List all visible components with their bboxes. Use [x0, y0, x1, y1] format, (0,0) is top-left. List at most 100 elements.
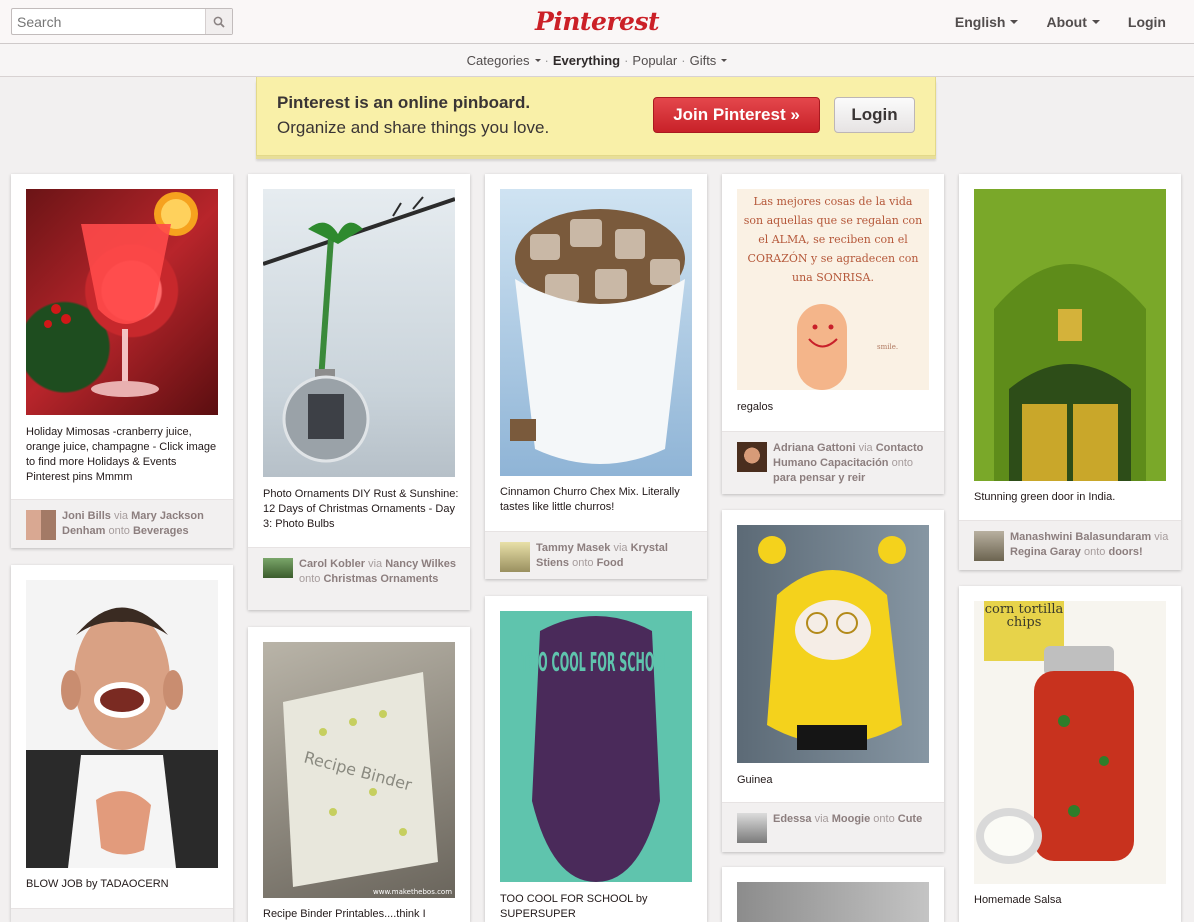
- chex-mix-graphic: [510, 209, 685, 464]
- pin-card[interactable]: Cinnamon Churro Chex Mix. Literally tast…: [485, 174, 707, 579]
- pin-description: Homemade Salsa: [974, 894, 1062, 906]
- pin-card[interactable]: smile. Las mejores cosas de la vida son …: [722, 174, 944, 494]
- pinner-name[interactable]: Joni Bills: [62, 510, 111, 522]
- pin-image[interactable]: [26, 580, 218, 868]
- login-link[interactable]: Login: [1114, 14, 1194, 30]
- attribution-text: Edessa via Moogie onto Cute: [773, 812, 933, 827]
- pinner-name[interactable]: Adriana Gattoni: [773, 442, 856, 454]
- pin-image[interactable]: [500, 189, 692, 476]
- avatar[interactable]: [737, 442, 767, 472]
- onto-label: onto: [1083, 546, 1106, 558]
- pin-card[interactable]: TOO COOL FOR SCHOOL TOO COOL FOR SCHOOL …: [485, 596, 707, 922]
- attribution-text: Adriana Gattoni via Contacto Humano Capa…: [773, 441, 933, 486]
- search-box[interactable]: [11, 8, 233, 35]
- quote-signature: smile.: [877, 343, 898, 351]
- onto-label: onto: [299, 573, 321, 585]
- pin-card[interactable]: Stunning green door in India. Manashwini…: [959, 174, 1181, 570]
- pin-card[interactable]: corn tortilla chips Homemade Salsa: [959, 586, 1181, 922]
- board-name[interactable]: Beverages: [133, 525, 189, 537]
- pin-image[interactable]: smile. Las mejores cosas de la vida son …: [737, 189, 929, 390]
- avatar[interactable]: [737, 813, 767, 843]
- avatar[interactable]: [500, 542, 530, 572]
- pin-image[interactable]: [737, 882, 929, 922]
- about-menu[interactable]: About: [1032, 14, 1113, 30]
- board-name[interactable]: Food: [597, 557, 624, 569]
- quote-text: Las mejores cosas de la vida son aquella…: [743, 195, 923, 284]
- pin-image[interactable]: TOO COOL FOR SCHOOL: [500, 611, 692, 882]
- search-button[interactable]: [205, 9, 232, 34]
- pin-description: TOO COOL FOR SCHOOL by SUPERSUPER: [500, 893, 648, 920]
- about-label: About: [1046, 14, 1087, 30]
- pin-attribution: Manashwini Balasundaram via Regina Garay…: [959, 520, 1181, 570]
- pin-description: Recipe Binder Printables....think I: [263, 908, 426, 920]
- attribution-text: Joni Bills via Mary Jackson Denham onto …: [62, 509, 222, 539]
- attribution-text: Carol Kobler via Nancy Wilkes onto Chris…: [299, 557, 459, 587]
- language-label: English: [954, 14, 1006, 30]
- popular-link[interactable]: Popular: [629, 53, 680, 68]
- pin-attribution: [11, 908, 233, 922]
- pin-card[interactable]: Recipe Binder www.makethebos.com Recipe …: [248, 627, 470, 922]
- onto-label: onto: [572, 557, 594, 569]
- pin-attribution: Adriana Gattoni via Contacto Humano Capa…: [722, 431, 944, 494]
- cocktail-glass-graphic: [44, 192, 198, 397]
- pin-card[interactable]: BLOW JOB by TADAOCERN: [11, 565, 233, 922]
- chips-bag-label: corn tortilla chips: [984, 602, 1064, 630]
- avatar[interactable]: [263, 558, 293, 578]
- attribution-text: Manashwini Balasundaram via Regina Garay…: [1010, 530, 1170, 560]
- onto-label: onto: [891, 457, 914, 469]
- board-name[interactable]: para pensar y reir: [773, 472, 865, 484]
- board-name[interactable]: doors!: [1108, 546, 1142, 558]
- poster-title: TOO COOL FOR SCHOOL: [521, 648, 671, 678]
- top-nav: English About Login: [941, 0, 1194, 44]
- green-door-graphic: [994, 264, 1146, 481]
- pin-image[interactable]: corn tortilla chips: [974, 601, 1166, 884]
- source-name[interactable]: Nancy Wilkes: [385, 558, 456, 570]
- category-nav: Categories · Everything · Popular · Gift…: [0, 44, 1194, 77]
- pin-image[interactable]: Recipe Binder www.makethebos.com: [263, 642, 455, 898]
- pin-description: BLOW JOB by TADAOCERN: [26, 878, 169, 890]
- language-menu[interactable]: English: [941, 14, 1033, 30]
- categories-menu[interactable]: Categories: [464, 53, 544, 68]
- search-input[interactable]: [12, 9, 206, 34]
- pinner-name[interactable]: Edessa: [773, 813, 812, 825]
- pin-card[interactable]: Holiday Mimosas -cranberry juice, orange…: [11, 174, 233, 548]
- join-pinterest-button[interactable]: Join Pinterest »: [653, 97, 820, 133]
- avatar[interactable]: [974, 531, 1004, 561]
- chevron-down-icon: [534, 58, 541, 62]
- pin-description: Guinea: [737, 774, 773, 786]
- banner-login-button[interactable]: Login: [834, 97, 915, 133]
- banner-subtitle: Organize and share things you love.: [277, 118, 550, 137]
- pin-image[interactable]: [26, 189, 218, 415]
- signup-banner: Pinterest is an online pinboard. Organiz…: [256, 77, 936, 156]
- pinner-name[interactable]: Carol Kobler: [299, 558, 365, 570]
- pin-card[interactable]: Photo Ornaments DIY Rust & Sunshine: 12 …: [248, 174, 470, 610]
- board-name[interactable]: Cute: [898, 813, 922, 825]
- pin-description: Holiday Mimosas -cranberry juice, orange…: [26, 426, 217, 483]
- board-name[interactable]: Christmas Ornaments: [323, 573, 438, 585]
- pinner-name[interactable]: Tammy Masek: [536, 542, 610, 554]
- pin-description: Cinnamon Churro Chex Mix. Literally tast…: [500, 486, 680, 513]
- pin-image[interactable]: [974, 189, 1166, 481]
- avatar[interactable]: [26, 510, 56, 540]
- top-header: Pinterest English About Login: [0, 0, 1194, 44]
- pinner-name[interactable]: Manashwini Balasundaram: [1010, 531, 1151, 543]
- chevron-down-icon: [721, 58, 728, 62]
- source-name[interactable]: Regina Garay: [1010, 546, 1081, 558]
- via-label: via: [1154, 531, 1169, 543]
- source-name[interactable]: Moogie: [832, 813, 871, 825]
- gifts-label: Gifts: [689, 52, 717, 68]
- via-label: via: [814, 813, 829, 825]
- pin-card[interactable]: Guinea Edessa via Moogie onto Cute: [722, 510, 944, 852]
- gifts-menu[interactable]: Gifts: [687, 53, 731, 68]
- ornament-graphic: [263, 196, 455, 463]
- image-credit: www.makethebos.com: [373, 888, 452, 896]
- pin-image[interactable]: [737, 525, 929, 763]
- pin-image[interactable]: [263, 189, 455, 477]
- pinterest-logo[interactable]: Pinterest: [535, 3, 660, 39]
- pin-attribution: Joni Bills via Mary Jackson Denham onto …: [11, 499, 233, 548]
- pin-card[interactable]: [722, 867, 944, 922]
- attribution-text: Tammy Masek via Krystal Stiens onto Food: [536, 541, 696, 571]
- pin-attribution: Carol Kobler via Nancy Wilkes onto Chris…: [248, 547, 470, 610]
- banner-title: Pinterest is an online pinboard.: [277, 93, 531, 112]
- everything-link[interactable]: Everything: [550, 53, 623, 68]
